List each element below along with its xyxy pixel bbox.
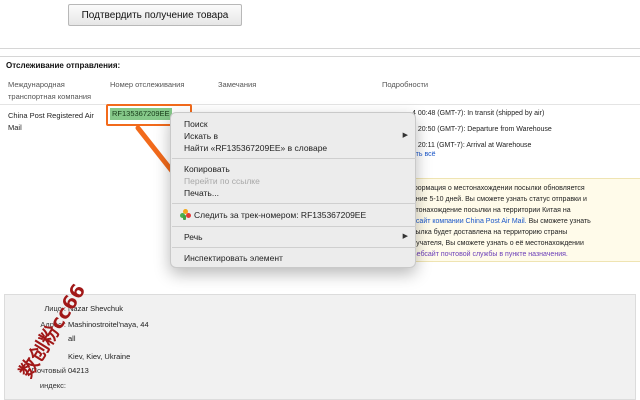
menu-item-open-link: Перейти по ссылке	[184, 176, 260, 186]
submenu-arrow-icon: ▶	[402, 132, 408, 139]
menu-separator	[172, 226, 416, 227]
menu-item-track-number[interactable]: Следить за трек-номером: RF135367209EE	[172, 209, 416, 221]
menu-item-search[interactable]: Поиск	[172, 118, 416, 130]
context-menu: Поиск Искать в ▶ Найти «RF135367209EE» в …	[170, 112, 416, 268]
menu-item-copy[interactable]: Копировать	[172, 163, 416, 175]
menu-separator	[172, 158, 416, 159]
menu-item-search-in[interactable]: Искать в ▶	[172, 130, 416, 142]
menu-item-find-in-dictionary[interactable]: Найти «RF135367209EE» в словаре	[172, 142, 416, 154]
menu-separator	[172, 203, 416, 204]
menu-item-speech[interactable]: Речь ▶	[172, 231, 416, 243]
menu-item-print[interactable]: Печать...	[172, 187, 416, 199]
clover-icon	[180, 209, 191, 220]
submenu-arrow-icon: ▶	[402, 233, 408, 240]
menu-separator	[172, 247, 416, 248]
menu-item-inspect[interactable]: Инспектировать элемент	[172, 252, 416, 264]
